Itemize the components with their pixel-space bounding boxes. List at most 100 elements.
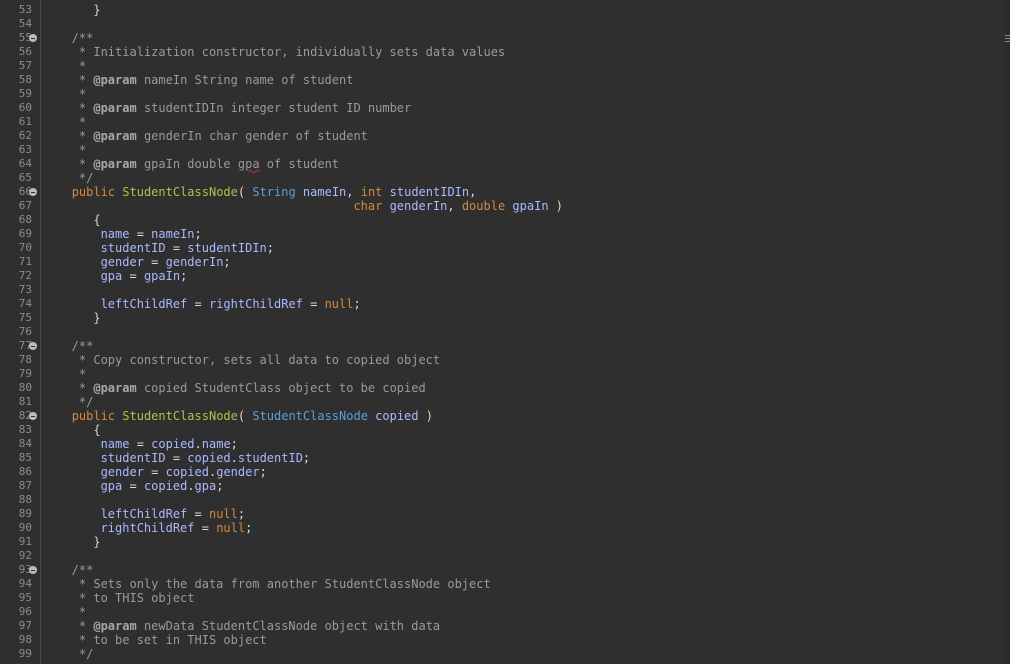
code-line[interactable]: * [50, 115, 86, 129]
code-line[interactable]: gpa = copied.gpa; [50, 479, 224, 493]
line-number: 90 [18, 521, 32, 534]
code-line[interactable]: /** [50, 339, 94, 353]
code-line[interactable]: * to THIS object [50, 591, 195, 605]
code-area[interactable]: } /** * Initialization constructor, indi… [41, 0, 1005, 664]
code-line[interactable]: * Sets only the data from another Studen… [50, 577, 491, 591]
line-number: 95 [18, 591, 32, 604]
fold-collapse-icon[interactable] [29, 566, 37, 574]
code-token: = [143, 255, 166, 269]
code-token: copied StudentClass object to be copied [136, 381, 426, 395]
code-token: leftChildRef [100, 297, 188, 311]
line-number-row: 69 [0, 227, 40, 241]
overview-ruler-marker[interactable] [1005, 35, 1010, 44]
code-line[interactable]: } [50, 535, 100, 549]
fold-collapse-icon[interactable] [29, 188, 37, 196]
line-number-row: 71 [0, 255, 40, 269]
line-number: 97 [18, 619, 32, 632]
code-line[interactable]: gpa = gpaIn; [50, 269, 188, 283]
code-line[interactable]: leftChildRef = rightChildRef = null; [50, 297, 361, 311]
code-token: copied [165, 465, 209, 479]
code-line[interactable]: gender = copied.gender; [50, 465, 267, 479]
overview-ruler[interactable] [1005, 0, 1010, 664]
code-token: gpa [194, 479, 217, 493]
code-line[interactable]: rightChildRef = null; [50, 521, 253, 535]
code-line[interactable]: studentID = studentIDIn; [50, 241, 274, 255]
code-token: /** [50, 31, 94, 45]
code-line[interactable]: { [50, 423, 100, 437]
code-line[interactable]: * [50, 605, 86, 619]
code-token: * [50, 619, 94, 633]
code-token: nameIn [151, 227, 195, 241]
code-line[interactable]: * Copy constructor, sets all data to cop… [50, 353, 440, 367]
code-token: studentID [100, 451, 166, 465]
code-token: = [129, 227, 152, 241]
code-line[interactable]: gender = genderIn; [50, 255, 231, 269]
code-line[interactable]: * to be set in THIS object [50, 633, 267, 647]
code-line[interactable]: /** [50, 31, 94, 45]
code-token: * Initialization constructor, individual… [50, 45, 506, 59]
fold-collapse-icon[interactable] [29, 412, 37, 420]
code-line[interactable]: * @param gpaIn double gpa of student [50, 157, 339, 171]
line-number-row: 96 [0, 605, 40, 619]
code-token: gpaIn [143, 269, 181, 283]
code-line[interactable]: * @param genderIn char gender of student [50, 129, 368, 143]
code-token: ; [216, 479, 224, 493]
code-line[interactable]: studentID = copied.studentID; [50, 451, 311, 465]
code-line[interactable]: * [50, 367, 86, 381]
code-line[interactable]: * @param newData StudentClassNode object… [50, 619, 440, 633]
code-token: rightChildRef [208, 297, 303, 311]
code-line[interactable]: * Initialization constructor, individual… [50, 45, 505, 59]
line-number-row: 58 [0, 73, 40, 87]
line-number: 81 [18, 395, 32, 408]
code-token: gender [100, 255, 144, 269]
line-number: 84 [18, 437, 32, 450]
code-line[interactable]: name = copied.name; [50, 437, 238, 451]
code-line[interactable]: */ [50, 395, 93, 409]
line-number-row: 99 [0, 647, 40, 661]
code-line[interactable]: } [50, 3, 100, 17]
code-token: * [50, 381, 94, 395]
line-number-row: 87 [0, 479, 40, 493]
code-line[interactable]: char genderIn, double gpaIn ) [50, 199, 563, 213]
code-token: of student [259, 157, 340, 171]
code-line[interactable]: public StudentClassNode( StudentClassNod… [50, 409, 433, 423]
code-line[interactable]: * [50, 87, 86, 101]
code-token: * [50, 367, 87, 381]
code-token: StudentClassNode [122, 409, 238, 423]
code-token: */ [50, 171, 94, 185]
code-line[interactable]: */ [50, 171, 93, 185]
line-number: 94 [18, 577, 32, 590]
code-line[interactable]: * @param copied StudentClass object to b… [50, 381, 426, 395]
code-token: = [143, 465, 166, 479]
line-number: 75 [18, 311, 32, 324]
code-line[interactable]: leftChildRef = null; [50, 507, 246, 521]
fold-collapse-icon[interactable] [29, 342, 37, 350]
code-line[interactable]: /** [50, 563, 94, 577]
code-token: ( [237, 409, 253, 423]
code-token: ) [548, 199, 563, 213]
code-token: ) [418, 409, 433, 423]
code-line[interactable]: { [50, 213, 100, 227]
code-line[interactable]: name = nameIn; [50, 227, 202, 241]
code-token: public [71, 185, 116, 199]
code-editor[interactable]: 53 54 55 56 57 58 59 60 61 62 63 64 65 66 67 68 69 70 71 72… [0, 0, 1010, 664]
code-token: StudentClassNode [122, 185, 238, 199]
line-number: 64 [18, 157, 32, 170]
code-line[interactable]: */ [50, 647, 93, 661]
code-line[interactable]: } [50, 311, 100, 325]
code-line[interactable]: * [50, 143, 86, 157]
code-line[interactable]: * @param nameIn String name of student [50, 73, 354, 87]
line-number: 69 [18, 227, 32, 240]
code-line[interactable]: * [50, 59, 86, 73]
fold-collapse-icon[interactable] [29, 34, 37, 42]
code-token: nameIn [302, 185, 347, 199]
code-line[interactable]: * @param studentIDIn integer student ID … [50, 101, 411, 115]
line-number-row: 65 [0, 171, 40, 185]
code-token: name [100, 227, 130, 241]
code-line[interactable]: public StudentClassNode( String nameIn, … [50, 185, 477, 199]
line-number: 73 [18, 283, 32, 296]
